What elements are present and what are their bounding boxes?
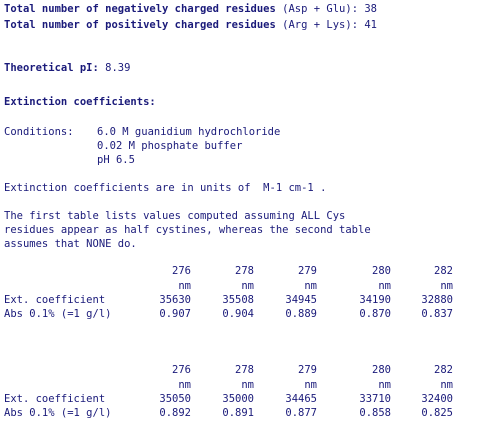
ext-coefficient-cell: 34945 — [285, 294, 317, 306]
unit-cell: nm — [378, 379, 391, 391]
wavelength-cell: 276 — [172, 265, 191, 277]
ext-coefficient-cell: 35000 — [222, 393, 254, 405]
unit-cell: nm — [178, 379, 191, 391]
unit-cell: nm — [304, 280, 317, 292]
negative-charge-residues: (Asp + Glu): — [282, 3, 359, 15]
table-row: Abs 0.1% (=1 g/l) 0.892 0.891 0.877 0.85… — [0, 407, 482, 419]
unit-header-row: nm nm nm nm nm — [0, 280, 482, 292]
unit-cell: nm — [178, 280, 191, 292]
positive-charge-residues: (Arg + Lys): — [282, 19, 359, 31]
explanation-line: assumes that NONE do. — [4, 238, 137, 250]
unit-cell: nm — [440, 280, 453, 292]
negative-charge-count: 38 — [364, 3, 377, 15]
abs-cell: 0.877 — [285, 407, 317, 419]
ext-coefficient-cell: 34465 — [285, 393, 317, 405]
ext-coefficient-cell: 33710 — [359, 393, 391, 405]
row-label-abs: Abs 0.1% (=1 g/l) — [4, 407, 112, 419]
abs-cell: 0.891 — [222, 407, 254, 419]
explanation-line: The first table lists values computed as… — [4, 210, 346, 222]
ext-coefficient-cell: 35508 — [222, 294, 254, 306]
row-label-ext-coefficient: Ext. coefficient — [4, 393, 106, 405]
positive-charge-line: Total number of positively charged resid… — [4, 19, 377, 31]
table-row: Abs 0.1% (=1 g/l) 0.907 0.904 0.889 0.87… — [0, 308, 482, 320]
wavelength-cell: 282 — [434, 364, 453, 376]
theoretical-pi-label: Theoretical pI: — [4, 62, 99, 74]
wavelength-cell: 276 — [172, 364, 191, 376]
positive-charge-label: Total number of positively charged resid… — [4, 19, 276, 31]
positive-charge-count: 41 — [364, 19, 377, 31]
table-row: Ext. coefficient 35050 35000 34465 33710… — [0, 393, 482, 405]
abs-cell: 0.892 — [159, 407, 191, 419]
ext-coefficient-cell: 34190 — [359, 294, 391, 306]
wavelength-cell: 278 — [235, 265, 254, 277]
unit-cell: nm — [378, 280, 391, 292]
ext-coefficient-cell: 35050 — [159, 393, 191, 405]
abs-cell: 0.904 — [222, 308, 254, 320]
ext-coefficient-cell: 32880 — [421, 294, 453, 306]
abs-cell: 0.858 — [359, 407, 391, 419]
wavelength-cell: 278 — [235, 364, 254, 376]
wavelength-cell: 280 — [372, 265, 391, 277]
unit-cell: nm — [241, 280, 254, 292]
table-row: Ext. coefficient 35630 35508 34945 34190… — [0, 294, 482, 306]
wavelength-header-row: 276 278 279 280 282 — [0, 265, 482, 277]
wavelength-cell: 279 — [298, 265, 317, 277]
wavelength-header-row: 276 278 279 280 282 — [0, 364, 482, 376]
abs-cell: 0.907 — [159, 308, 191, 320]
theoretical-pi-value: 8.39 — [105, 62, 131, 74]
explanation-line: residues appear as half cystines, wherea… — [4, 224, 371, 236]
unit-header-row: nm nm nm nm nm — [0, 379, 482, 391]
theoretical-pi-line: Theoretical pI: 8.39 — [4, 62, 130, 74]
wavelength-cell: 282 — [434, 265, 453, 277]
abs-cell: 0.825 — [421, 407, 453, 419]
wavelength-cell: 279 — [298, 364, 317, 376]
extinction-heading: Extinction coefficients: — [4, 96, 156, 108]
row-label-abs: Abs 0.1% (=1 g/l) — [4, 308, 112, 320]
ext-coefficient-cell: 32400 — [421, 393, 453, 405]
negative-charge-line: Total number of negatively charged resid… — [4, 3, 377, 15]
condition-ph: pH 6.5 — [97, 154, 135, 166]
row-label-ext-coefficient: Ext. coefficient — [4, 294, 106, 306]
abs-cell: 0.870 — [359, 308, 391, 320]
abs-cell: 0.837 — [421, 308, 453, 320]
unit-cell: nm — [440, 379, 453, 391]
unit-cell: nm — [241, 379, 254, 391]
conditions-label: Conditions: — [4, 126, 74, 138]
ext-coefficient-cell: 35630 — [159, 294, 191, 306]
abs-cell: 0.889 — [285, 308, 317, 320]
condition-phosphate: 0.02 M phosphate buffer — [97, 140, 243, 152]
condition-guanidium: 6.0 M guanidium hydrochloride — [97, 126, 281, 138]
wavelength-cell: 280 — [372, 364, 391, 376]
negative-charge-label: Total number of negatively charged resid… — [4, 3, 276, 15]
unit-cell: nm — [304, 379, 317, 391]
units-line: Extinction coefficients are in units of … — [4, 182, 327, 194]
